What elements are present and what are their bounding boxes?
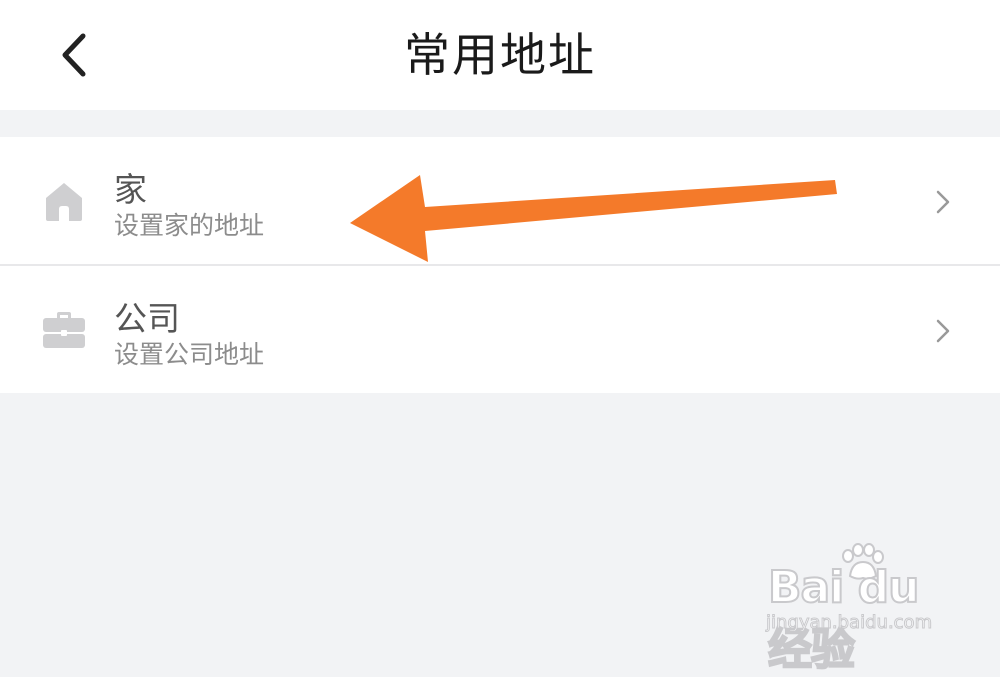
address-row-company[interactable]: 公司 设置公司地址 [0,264,1000,393]
chevron-right-icon [936,190,950,214]
address-list: 家 设置家的地址 公司 设置公司地址 [0,137,1000,393]
address-row-home[interactable]: 家 设置家的地址 [0,137,1000,264]
watermark-logo: Bai du 经验 [767,561,920,676]
address-title: 家 [114,170,147,209]
briefcase-icon [43,312,85,348]
baidu-watermark: Bai du 经验 jingyan.baidu.com [760,540,960,676]
top-bar: 常用地址 [0,0,1000,110]
address-subtitle: 设置公司地址 [114,340,265,369]
watermark-url: jingyan.baidu.com [765,612,933,634]
address-subtitle: 设置家的地址 [114,211,265,240]
chevron-right-icon [936,319,950,343]
paw-icon [842,543,884,580]
home-icon [46,183,82,221]
address-title: 公司 [114,299,180,338]
page-title: 常用地址 [404,28,596,82]
